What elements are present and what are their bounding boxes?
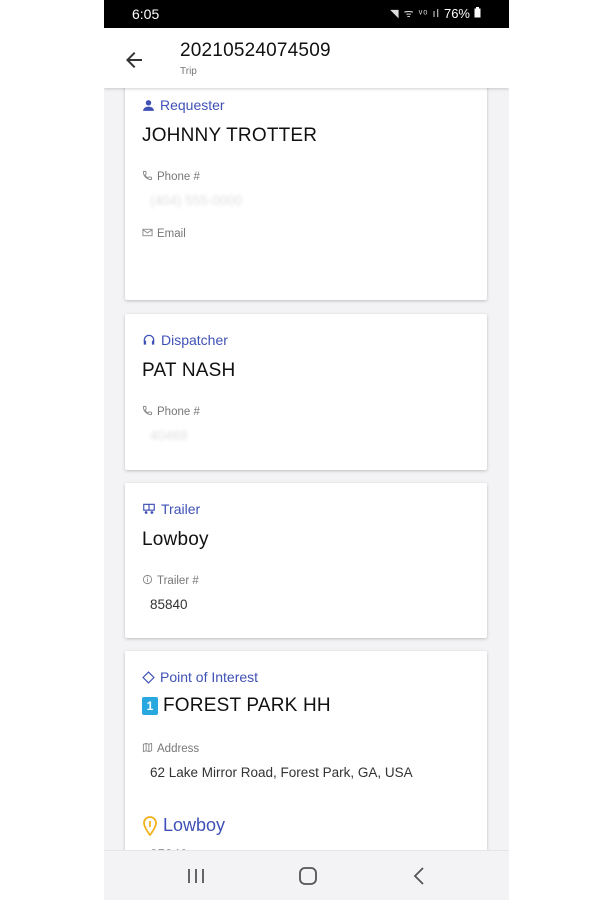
android-nav-bar — [104, 850, 509, 900]
battery-icon — [474, 6, 481, 21]
back-nav-button[interactable] — [408, 865, 432, 887]
poi-trailer-name: Lowboy — [163, 815, 226, 835]
map-icon — [142, 742, 153, 756]
address-label-text: Address — [157, 743, 200, 755]
poi-address-value[interactable]: 62 Lake Mirror Road, Forest Park, GA, US… — [150, 765, 413, 780]
dispatcher-name: PAT NASH — [142, 360, 236, 381]
requester-label: Requester — [160, 97, 225, 113]
poi-card: Point of Interest 1 FOREST PARK HH Addre… — [125, 651, 487, 850]
diamond-icon — [142, 670, 155, 684]
trailer-number-label: Trailer # — [142, 574, 199, 588]
poi-label: Point of Interest — [160, 669, 259, 685]
trailer-pin-icon — [142, 815, 158, 836]
phone-screen: 6:05 ◥ ᯤ ᵛᵒ ıl 76% 20210524074509 Trip R… — [104, 0, 509, 900]
person-icon — [142, 99, 155, 112]
app-bar: 20210524074509 Trip — [104, 28, 509, 88]
poi-address-label: Address — [142, 742, 199, 756]
requester-phone-value[interactable]: (404) 555-0000 — [150, 193, 242, 208]
status-time: 6:05 — [132, 6, 160, 22]
email-label-text: Email — [157, 228, 186, 240]
stop-number-badge: 1 — [142, 697, 158, 715]
trailer-icon — [142, 502, 156, 516]
requester-name: JOHNNY TROTTER — [142, 125, 318, 146]
trailer-name: Lowboy — [142, 529, 209, 550]
home-button[interactable] — [296, 865, 320, 887]
trip-details-scroll[interactable]: Requester JOHNNY TROTTER Phone # (404) 5… — [104, 88, 509, 850]
requester-card: Requester JOHNNY TROTTER Phone # (404) 5… — [125, 88, 487, 300]
headset-icon — [142, 333, 156, 347]
page-title: 20210524074509 — [180, 40, 331, 61]
email-icon — [142, 227, 153, 241]
battery-level: 76% — [443, 6, 470, 21]
phone-icon — [142, 170, 153, 184]
trailer-card: Trailer Lowboy Trailer # 85840 — [125, 483, 487, 638]
info-icon — [142, 574, 153, 588]
dispatcher-card: Dispatcher PAT NASH Phone # 40468 — [125, 314, 487, 470]
trailer-label: Trailer — [161, 501, 201, 517]
poi-name: FOREST PARK HH — [163, 695, 331, 716]
trailer-number-label-text: Trailer # — [157, 575, 199, 587]
phone-label-text: Phone # — [157, 406, 200, 418]
status-bar: 6:05 ◥ ᯤ ᵛᵒ ıl 76% — [104, 0, 509, 28]
dispatcher-heading: Dispatcher — [142, 332, 228, 348]
back-arrow-icon[interactable] — [122, 48, 146, 72]
status-icons: ◥ ᯤ ᵛᵒ ıl — [390, 8, 440, 20]
trailer-number-value: 85840 — [150, 597, 188, 612]
page-subtitle: Trip — [180, 66, 197, 77]
phone-label-text: Phone # — [157, 171, 200, 183]
recent-apps-button[interactable] — [184, 865, 208, 887]
requester-phone-label: Phone # — [142, 170, 200, 184]
requester-email-label: Email — [142, 227, 186, 241]
poi-trailer-heading: Lowboy — [142, 815, 225, 836]
dispatcher-phone-label: Phone # — [142, 405, 200, 419]
dispatcher-label: Dispatcher — [161, 332, 228, 348]
status-right: ◥ ᯤ ᵛᵒ ıl 76% — [390, 6, 481, 21]
requester-heading: Requester — [142, 97, 225, 113]
trailer-heading: Trailer — [142, 501, 200, 517]
phone-icon — [142, 405, 153, 419]
poi-heading: Point of Interest — [142, 669, 258, 685]
poi-name-row: 1 FOREST PARK HH — [142, 695, 331, 717]
dispatcher-phone-value[interactable]: 40468 — [150, 428, 188, 443]
